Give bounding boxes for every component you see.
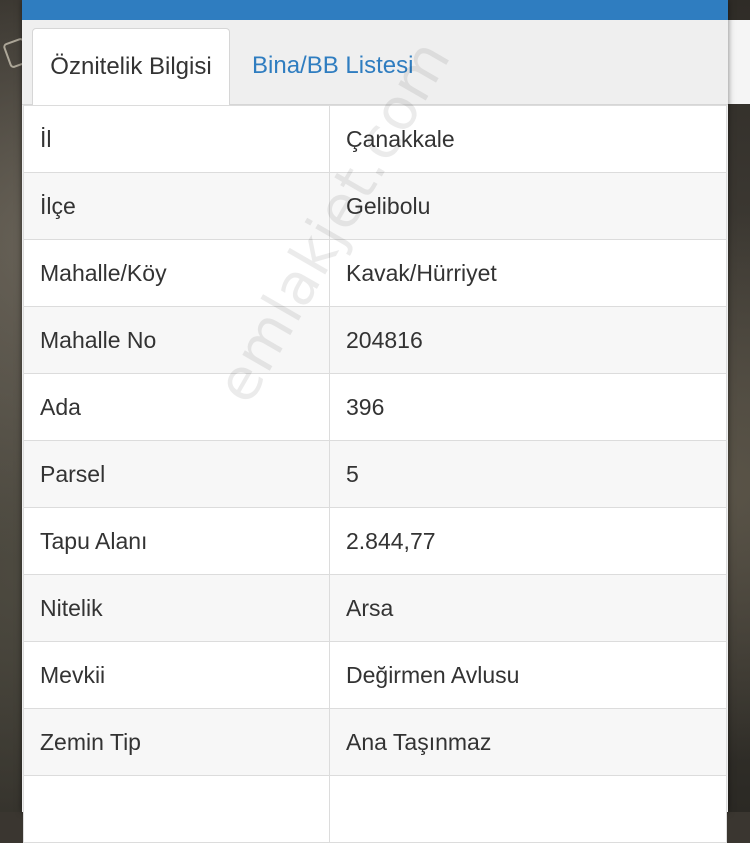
panel-edge [728, 20, 750, 104]
attribute-value: Gelibolu [329, 172, 727, 240]
panel-header-bar [22, 0, 728, 20]
table-row [23, 775, 727, 843]
attribute-value: Değirmen Avlusu [329, 641, 727, 709]
attribute-key: Tapu Alanı [23, 507, 330, 575]
tab-oznitelik-bilgisi[interactable]: Öznitelik Bilgisi [32, 28, 230, 105]
attribute-key: İl [23, 105, 330, 173]
attribute-key: Mevkii [23, 641, 330, 709]
table-row: Zemin Tip Ana Taşınmaz [23, 708, 727, 776]
tab-bar: Öznitelik Bilgisi Bina/BB Listesi [22, 20, 728, 105]
attribute-value: 5 [329, 440, 727, 508]
attribute-key: Parsel [23, 440, 330, 508]
attribute-value: Ana Taşınmaz [329, 708, 727, 776]
table-row: Parsel 5 [23, 440, 727, 508]
table-row: Nitelik Arsa [23, 574, 727, 642]
attribute-key: İlçe [23, 172, 330, 240]
table-row: Mahalle/Köy Kavak/Hürriyet [23, 239, 727, 307]
info-panel: Öznitelik Bilgisi Bina/BB Listesi İl Çana… [22, 0, 728, 843]
table-row: Mahalle No 204816 [23, 306, 727, 374]
table-row: Ada 396 [23, 373, 727, 441]
attribute-value: Arsa [329, 574, 727, 642]
attribute-key: Mahalle/Köy [23, 239, 330, 307]
attribute-table: İl Çanakkale İlçe Gelibolu Mahalle/Köy Kavak/… [23, 105, 727, 843]
attribute-value: 396 [329, 373, 727, 441]
table-row: İl Çanakkale [23, 105, 727, 173]
table-row: Tapu Alanı 2.844,77 [23, 507, 727, 575]
attribute-key: Ada [23, 373, 330, 441]
table-row: Mevkii Değirmen Avlusu [23, 641, 727, 709]
attribute-key: Zemin Tip [23, 708, 330, 776]
attribute-value: Kavak/Hürriyet [329, 239, 727, 307]
attribute-value: Çanakkale [329, 105, 727, 173]
attribute-key: Nitelik [23, 574, 330, 642]
attribute-value: 2.844,77 [329, 507, 727, 575]
table-row: İlçe Gelibolu [23, 172, 727, 240]
tab-bina-bb-listesi[interactable]: Bina/BB Listesi [236, 28, 429, 104]
attribute-key: Mahalle No [23, 306, 330, 374]
attribute-value: 204816 [329, 306, 727, 374]
attribute-key [23, 775, 330, 843]
attribute-value [329, 775, 727, 843]
